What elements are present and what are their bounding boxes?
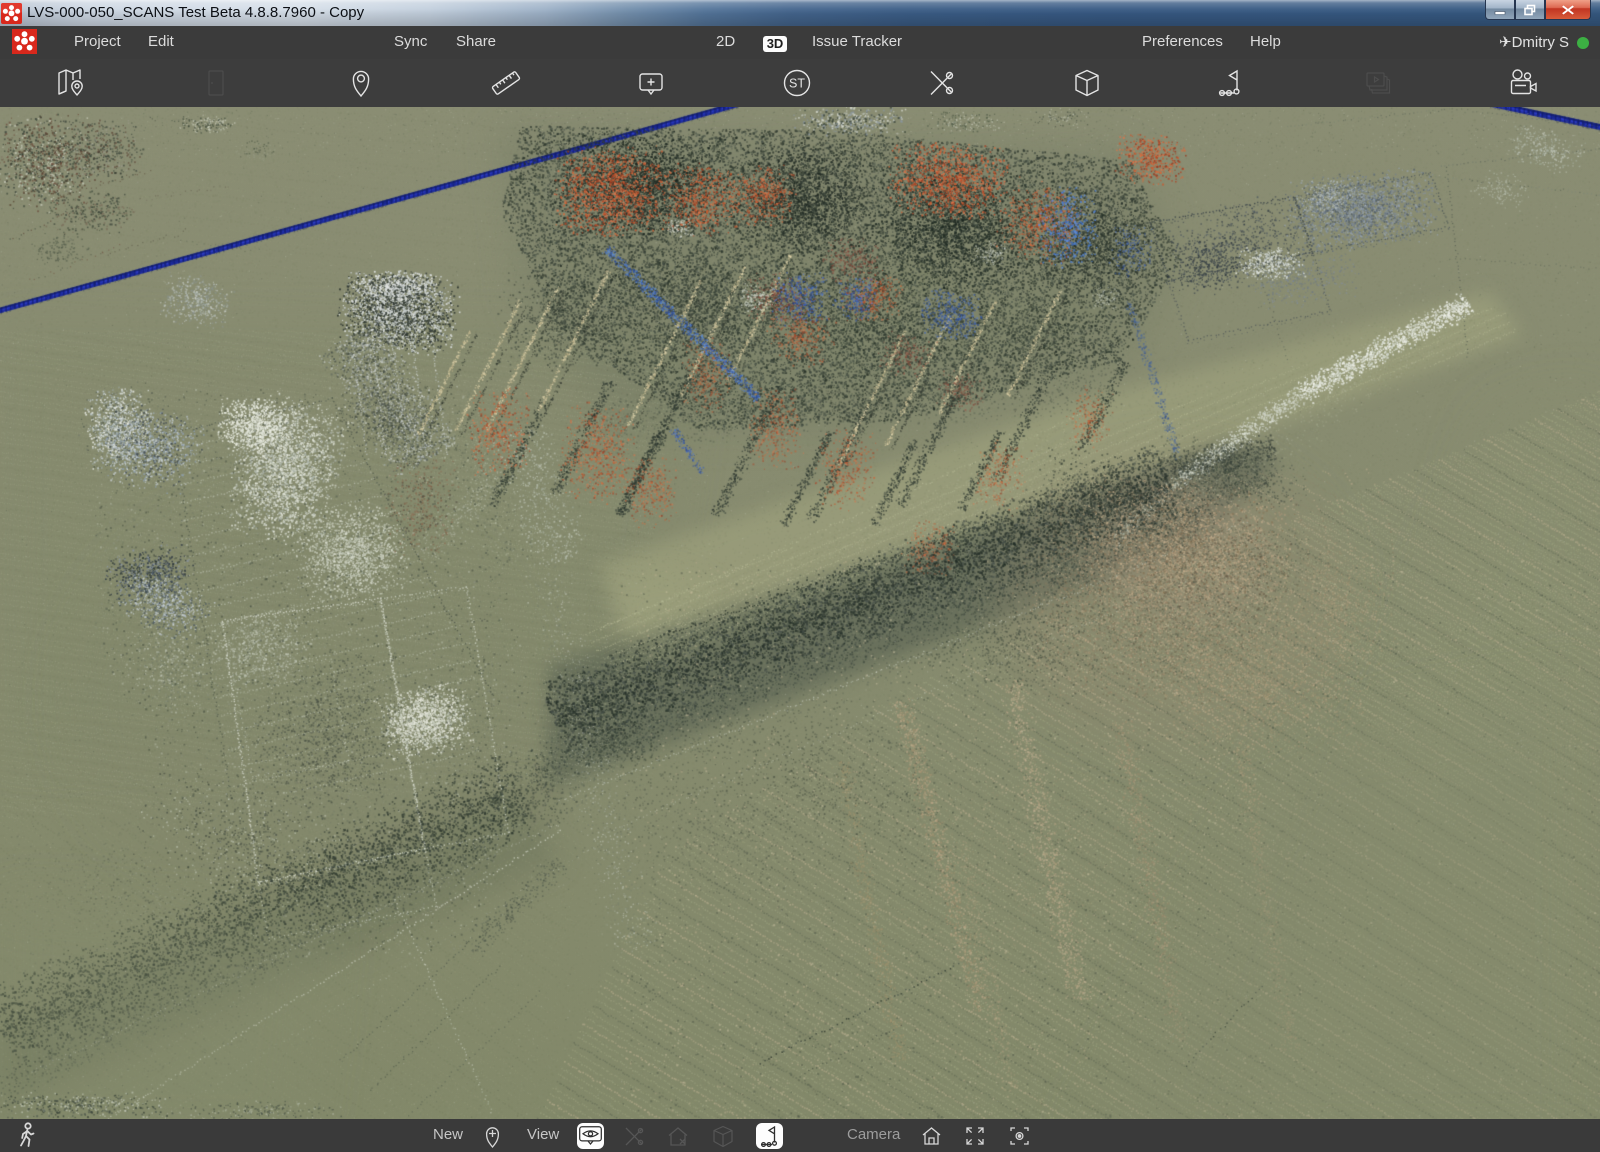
svg-text:ST: ST: [789, 77, 805, 91]
